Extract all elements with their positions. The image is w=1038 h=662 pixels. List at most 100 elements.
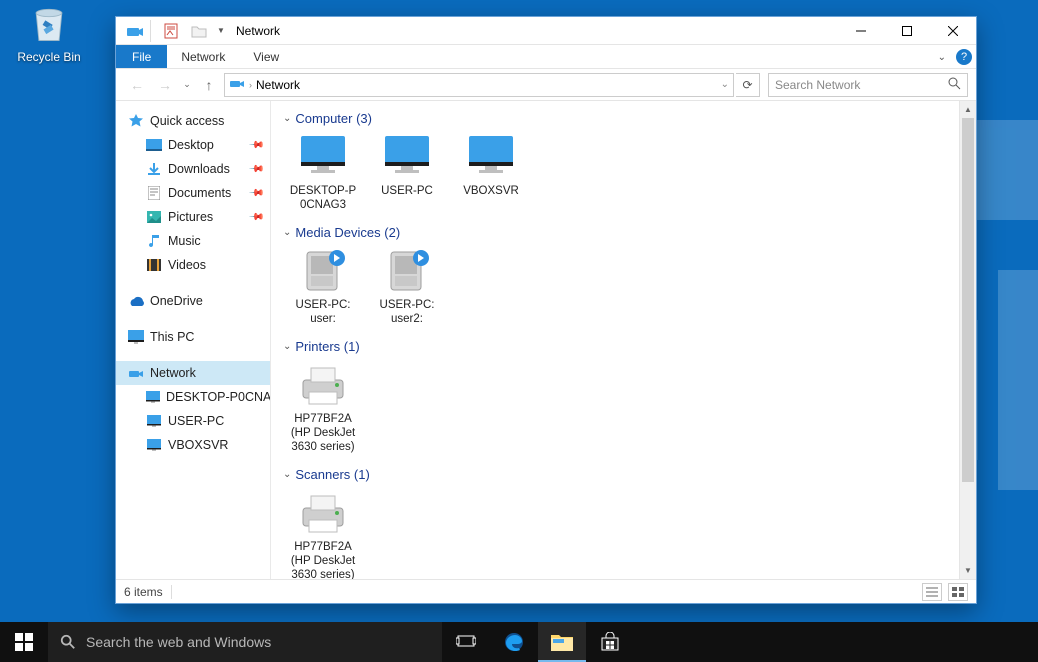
group-header[interactable]: ⌄Printers (1) — [283, 339, 976, 354]
list-item[interactable]: USER-PC — [365, 134, 449, 213]
item-label: USER-PC: — [281, 298, 365, 312]
nav-pane: Quick access Desktop📌 Downloads📌 Documen… — [116, 101, 271, 579]
divider — [150, 20, 156, 42]
start-button[interactable] — [0, 622, 48, 662]
tree-label: Quick access — [150, 114, 224, 128]
tree-network[interactable]: Network — [116, 361, 270, 385]
search-icon — [948, 77, 961, 93]
view-large-icons-button[interactable] — [948, 583, 968, 601]
view-details-button[interactable] — [922, 583, 942, 601]
nav-up-button[interactable]: ↑ — [196, 73, 222, 97]
pc-icon — [146, 389, 160, 405]
list-item[interactable]: DESKTOP-P0CNAG3 — [281, 134, 365, 213]
pc-icon — [146, 437, 162, 453]
navbar: ← → ⌄ ↑ › Network ⌄ ⟳ Search Network — [116, 69, 976, 101]
tree-label: Downloads — [168, 162, 230, 176]
tree-onedrive[interactable]: OneDrive — [116, 289, 270, 313]
item-icon — [297, 248, 349, 294]
help-icon[interactable]: ? — [956, 49, 972, 65]
qat-app-icon[interactable] — [122, 20, 148, 42]
tree-item-desktop[interactable]: Desktop📌 — [116, 133, 270, 157]
ribbon-tab-view[interactable]: View — [239, 45, 293, 68]
onedrive-icon — [128, 293, 144, 309]
refresh-button[interactable]: ⟳ — [736, 73, 760, 97]
tree-label: Documents — [168, 186, 231, 200]
tree-item-music[interactable]: Music — [116, 229, 270, 253]
scroll-thumb[interactable] — [962, 118, 974, 482]
item-icon — [297, 134, 349, 180]
qat-customize-icon[interactable]: ▼ — [214, 20, 228, 42]
item-label: USER-PC — [365, 184, 449, 198]
address-bar[interactable]: › Network ⌄ — [224, 73, 734, 97]
item-label: 3630 series) — [281, 440, 365, 454]
tree-item-documents[interactable]: Documents 📌 — [116, 181, 270, 205]
tree-label: VBOXSVR — [168, 438, 228, 452]
nav-forward-button[interactable]: → — [152, 73, 178, 97]
tree-item-videos[interactable]: Videos — [116, 253, 270, 277]
tree-label: OneDrive — [150, 294, 203, 308]
ribbon-tab-network[interactable]: Network — [167, 45, 239, 68]
desktop-icon-label: Recycle Bin — [10, 50, 88, 64]
explorer-window: ▼ Network File Network View ⌄ ? ← → ⌄ ↑ … — [115, 16, 977, 604]
list-item[interactable]: VBOXSVR — [449, 134, 533, 213]
item-label: 3630 series) — [281, 568, 365, 579]
scroll-up-button[interactable]: ▲ — [960, 101, 976, 118]
tree-quick-access[interactable]: Quick access — [116, 109, 270, 133]
item-icon — [381, 248, 433, 294]
tree-label: USER-PC — [168, 414, 224, 428]
maximize-button[interactable] — [884, 17, 930, 45]
tree-item-pictures[interactable]: Pictures📌 — [116, 205, 270, 229]
tree-label: Music — [168, 234, 201, 248]
item-label: (HP DeskJet — [281, 426, 365, 440]
ribbon-collapse-icon[interactable]: ⌄ — [938, 52, 946, 63]
item-label: 0CNAG3 — [281, 198, 365, 212]
group-header[interactable]: ⌄Media Devices (2) — [283, 225, 976, 240]
tree-network-child[interactable]: DESKTOP-P0CNAG3 — [116, 385, 270, 409]
group-title: Computer (3) — [295, 111, 372, 126]
music-icon — [146, 233, 162, 249]
taskbar-edge[interactable] — [490, 622, 538, 662]
minimize-button[interactable] — [838, 17, 884, 45]
group-header[interactable]: ⌄Scanners (1) — [283, 467, 976, 482]
scroll-down-button[interactable]: ▼ — [960, 562, 976, 579]
item-label: DESKTOP-P — [281, 184, 365, 198]
pc-icon — [146, 413, 162, 429]
cortana-search-input[interactable]: Search the web and Windows — [48, 622, 442, 662]
network-icon — [229, 75, 245, 94]
nav-back-button[interactable]: ← — [124, 73, 150, 97]
qat-properties-icon[interactable] — [158, 20, 184, 42]
search-input[interactable]: Search Network — [768, 73, 968, 97]
chevron-down-icon: ⌄ — [283, 113, 291, 124]
address-history-icon[interactable]: ⌄ — [721, 79, 729, 90]
ribbon: File Network View ⌄ ? — [116, 45, 976, 69]
breadcrumb-network[interactable]: Network — [256, 78, 300, 92]
cortana-placeholder: Search the web and Windows — [86, 634, 271, 650]
item-label: VBOXSVR — [449, 184, 533, 198]
ribbon-file-tab[interactable]: File — [116, 45, 167, 68]
desktop-icon-recycle-bin[interactable]: Recycle Bin — [10, 2, 88, 64]
list-item[interactable]: USER-PC:user2: — [365, 248, 449, 327]
tree-label: Desktop — [168, 138, 214, 152]
tree-this-pc[interactable]: This PC — [116, 325, 270, 349]
group-header[interactable]: ⌄ Computer (3) — [283, 111, 976, 126]
list-item[interactable]: HP77BF2A(HP DeskJet3630 series) — [281, 362, 365, 455]
list-item[interactable]: HP77BF2A(HP DeskJet3630 series) — [281, 490, 365, 579]
tree-label: Pictures — [168, 210, 213, 224]
search-icon — [60, 634, 76, 650]
pin-icon: 📌 — [247, 185, 264, 202]
tree-network-child[interactable]: VBOXSVR — [116, 433, 270, 457]
nav-recent-button[interactable]: ⌄ — [180, 73, 194, 97]
chevron-down-icon: ⌄ — [283, 469, 291, 480]
breadcrumb-sep: › — [249, 80, 252, 90]
tree-item-downloads[interactable]: Downloads📌 — [116, 157, 270, 181]
network-icon — [128, 365, 144, 381]
vertical-scrollbar[interactable]: ▲ ▼ — [959, 101, 976, 579]
qat-new-folder-icon[interactable] — [186, 20, 212, 42]
list-item[interactable]: USER-PC:user: — [281, 248, 365, 327]
tree-network-child[interactable]: USER-PC — [116, 409, 270, 433]
item-icon — [381, 134, 433, 180]
close-button[interactable] — [930, 17, 976, 45]
taskbar-store[interactable] — [586, 622, 634, 662]
taskbar-file-explorer[interactable] — [538, 622, 586, 662]
task-view-button[interactable] — [442, 622, 490, 662]
